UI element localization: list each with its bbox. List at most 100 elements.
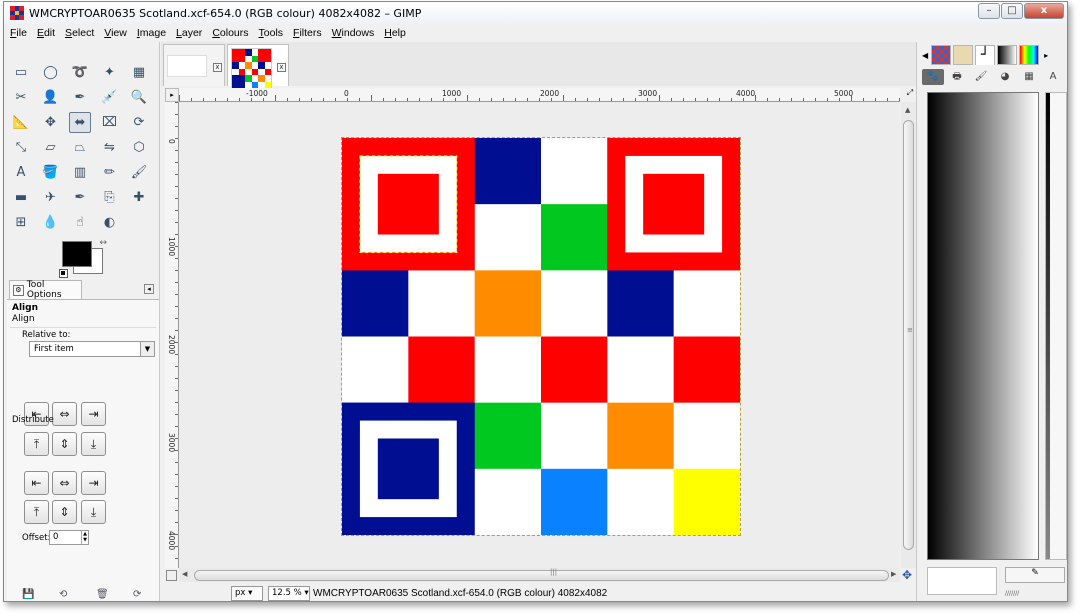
distribute-left-button[interactable]: ⇤ (24, 471, 49, 495)
tool-options-tab[interactable]: ⚙ Tool Options (9, 280, 82, 300)
rect-select-icon[interactable]: ▭ (10, 62, 32, 83)
menu-item-file[interactable]: File (10, 27, 27, 39)
menu-item-view[interactable]: View (104, 27, 127, 39)
rotate-icon[interactable]: ⟳ (128, 112, 150, 133)
heal-icon[interactable]: ✚ (128, 187, 150, 208)
brushes-tab-icon[interactable] (953, 45, 974, 65)
menu-item-help[interactable]: Help (384, 27, 406, 39)
color-select-icon[interactable]: ▦ (128, 62, 150, 83)
text-icon[interactable]: A (10, 162, 32, 183)
move-icon[interactable]: ✥ (40, 112, 62, 133)
bucket-fill-icon[interactable]: 🪣 (40, 162, 62, 183)
dock-right-arrow-icon[interactable]: ▸ (1044, 51, 1048, 60)
blend-icon[interactable]: ▥ (69, 162, 91, 183)
edit-gradient-button[interactable]: ✎ (1005, 567, 1065, 583)
zoom-selector[interactable]: 12.5 % ▾ (268, 585, 310, 601)
perspective-icon[interactable]: ⏢ (69, 137, 91, 158)
maximize-button[interactable]: □ (1001, 3, 1023, 19)
shear-icon[interactable]: ▱ (40, 137, 62, 158)
image-tab-active[interactable]: x (227, 44, 289, 89)
menu-item-select[interactable]: Select (65, 27, 94, 39)
horizontal-scrollbar[interactable]: ◀ ||| ▶ (179, 568, 900, 582)
airbrush-icon[interactable]: ✈ (40, 187, 62, 208)
paintbrush-icon[interactable]: 🖌 (128, 162, 150, 183)
clone-icon[interactable]: ⎘ (99, 187, 121, 208)
vertical-ruler[interactable]: 0 1000 2000 3000 4000 (165, 102, 179, 568)
flip-icon[interactable]: ⇋ (99, 137, 121, 158)
delete-options-icon[interactable]: 🗑 (96, 589, 110, 601)
image-canvas[interactable] (341, 137, 741, 536)
close-tab-icon[interactable]: x (213, 63, 222, 72)
foreground-color-swatch[interactable] (62, 241, 92, 267)
zoom-to-fit-icon[interactable]: ⤢ (904, 88, 916, 101)
align-right-button[interactable]: ⇥ (81, 402, 106, 426)
blur-icon[interactable]: 💧 (40, 212, 62, 233)
ink-icon[interactable]: ✒ (69, 187, 91, 208)
ellipse-select-icon[interactable]: ◯ (40, 62, 62, 83)
menu-item-windows[interactable]: Windows (332, 27, 375, 39)
ruler-corner[interactable]: ▸ (165, 88, 179, 102)
distribute-top-button[interactable]: ⤒ (24, 500, 49, 524)
free-select-icon[interactable]: ➰ (69, 62, 91, 83)
scissors-icon[interactable]: ✂ (10, 87, 32, 108)
default-colors-icon[interactable] (59, 269, 68, 278)
cage-icon[interactable]: ⬡ (128, 137, 150, 158)
eraser-icon[interactable]: ▬ (10, 187, 32, 208)
color-selector[interactable]: ↔ (59, 238, 107, 278)
menu-item-filters[interactable]: Filters (293, 27, 322, 39)
pencil-icon[interactable]: ✏ (99, 162, 121, 183)
image-tab-blank[interactable]: x (163, 44, 225, 86)
fuzzy-select-icon[interactable]: ✦ (99, 62, 121, 83)
scale-icon[interactable]: ⤡ (10, 137, 32, 158)
distribute-center-button[interactable]: ⇔ (52, 471, 77, 495)
color-wheel-icon[interactable]: ◕ (994, 69, 1016, 85)
smudge-icon[interactable]: ☝ (69, 212, 91, 233)
menu-item-edit[interactable]: Edit (37, 27, 55, 39)
zoom-icon[interactable]: 🔍 (128, 87, 150, 108)
scroll-right-icon[interactable]: ▶ (891, 570, 896, 578)
quick-mask-icon[interactable] (166, 570, 177, 581)
gimp-logo-icon[interactable]: 🐾 (922, 69, 944, 85)
unit-selector[interactable]: px ▾ (231, 585, 263, 601)
align-center-button[interactable]: ⇔ (52, 402, 77, 426)
offset-stepper[interactable]: ▲ ▼ (81, 531, 88, 544)
menu-item-image[interactable]: Image (137, 27, 166, 39)
gradients-tab-icon[interactable] (997, 45, 1018, 65)
distribute-middle-button[interactable]: ⇕ (52, 500, 77, 524)
dodge-burn-icon[interactable]: ◐ (99, 212, 121, 233)
scroll-up-icon[interactable]: ▲ (905, 106, 910, 114)
chevron-down-icon[interactable]: ▼ (140, 342, 154, 356)
printer-icon[interactable]: 🖶 (946, 69, 968, 85)
palettes-tab-icon[interactable] (1019, 45, 1040, 65)
swap-colors-icon[interactable]: ↔ (99, 238, 107, 248)
close-button[interactable]: x (1024, 3, 1064, 19)
horizontal-scroll-thumb[interactable]: ||| (194, 568, 889, 581)
measure-icon[interactable]: 📐 (10, 112, 32, 133)
tab-menu-icon[interactable]: ◂ (144, 284, 154, 294)
menu-item-tools[interactable]: Tools (259, 27, 284, 39)
perspective-clone-icon[interactable]: ⊞ (10, 212, 32, 233)
patterns-tab-icon[interactable] (931, 45, 952, 65)
distribute-bottom-button[interactable]: ⤓ (81, 500, 106, 524)
save-options-icon[interactable]: 💾 (22, 589, 36, 601)
vertical-scroll-thumb[interactable]: ≡ (903, 120, 914, 550)
dock-left-arrow-icon[interactable]: ◀ (922, 51, 928, 60)
palette-icon[interactable]: ▦ (1018, 69, 1040, 85)
close-tab-icon[interactable]: x (277, 63, 286, 72)
menu-item-colours[interactable]: Colours (212, 27, 248, 39)
scroll-left-icon[interactable]: ◀ (182, 570, 187, 578)
offset-input[interactable]: 0 ▲ ▼ (49, 530, 89, 545)
gradient-preview[interactable] (927, 92, 1039, 560)
paths-tab-icon[interactable]: ┘ (975, 45, 996, 65)
crop-icon[interactable]: ⌧ (99, 112, 121, 133)
foreground-select-icon[interactable]: 👤 (40, 87, 62, 108)
fonts-icon[interactable]: A (1042, 69, 1064, 85)
menu-item-layer[interactable]: Layer (176, 27, 202, 39)
minimize-button[interactable]: – (978, 3, 1000, 19)
horizontal-ruler[interactable]: -1000 0 1000 2000 3000 4000 5000 (179, 88, 900, 102)
reset-options-icon[interactable]: ⟳ (133, 589, 147, 601)
align-bottom-button[interactable]: ⤓ (81, 432, 106, 456)
color-picker-icon[interactable]: 💉 (99, 87, 121, 108)
vertical-scrollbar[interactable]: ▲ ≡ (901, 102, 916, 568)
canvas-area[interactable] (179, 102, 900, 568)
